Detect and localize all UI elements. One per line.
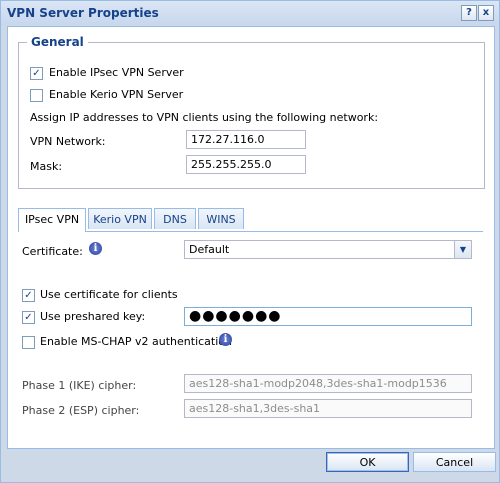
enable-ipsec-label[interactable]: Enable IPsec VPN Server bbox=[49, 66, 184, 79]
tab-kerio-vpn[interactable]: Kerio VPN bbox=[88, 208, 152, 229]
close-button[interactable]: x bbox=[478, 5, 494, 21]
vpn-network-input[interactable]: 172.27.116.0 bbox=[186, 130, 306, 149]
cancel-button[interactable]: Cancel bbox=[413, 452, 496, 472]
vpn-server-properties-dialog: VPN Server Properties ? x General ✓ Enab… bbox=[0, 0, 500, 483]
ms-chap-label[interactable]: Enable MS-CHAP v2 authentication bbox=[40, 335, 232, 348]
use-cert-clients-label[interactable]: Use certificate for clients bbox=[40, 288, 178, 301]
enable-kerio-checkbox[interactable] bbox=[30, 89, 43, 102]
help-button[interactable]: ? bbox=[461, 5, 477, 21]
general-fieldset: General ✓ Enable IPsec VPN Server Enable… bbox=[18, 35, 485, 189]
tab-strip: IPsec VPN Kerio VPN DNS WINS bbox=[18, 208, 483, 232]
certificate-select-value: Default bbox=[189, 243, 230, 256]
enable-kerio-label[interactable]: Enable Kerio VPN Server bbox=[49, 88, 183, 101]
certificate-info-icon[interactable]: i bbox=[89, 242, 102, 255]
ms-chap-info-icon[interactable]: i bbox=[219, 333, 232, 346]
title-bar[interactable]: VPN Server Properties ? x bbox=[1, 1, 499, 25]
dialog-body: General ✓ Enable IPsec VPN Server Enable… bbox=[7, 26, 495, 449]
dialog-title: VPN Server Properties bbox=[7, 6, 159, 20]
mask-label: Mask: bbox=[30, 160, 63, 173]
use-preshared-label[interactable]: Use preshared key: bbox=[40, 310, 145, 323]
vpn-network-label: VPN Network: bbox=[30, 135, 106, 148]
ok-button[interactable]: OK bbox=[326, 452, 409, 472]
certificate-select[interactable]: Default ▼ bbox=[184, 240, 472, 259]
use-preshared-checkbox[interactable]: ✓ bbox=[22, 311, 35, 324]
tab-dns[interactable]: DNS bbox=[154, 208, 196, 229]
general-legend: General bbox=[27, 35, 88, 49]
preshared-key-mask: ●●●●●●● bbox=[189, 308, 282, 324]
phase2-cipher-input[interactable]: aes128-sha1,3des-sha1 bbox=[184, 399, 472, 418]
phase1-cipher-input[interactable]: aes128-sha1-modp2048,3des-sha1-modp1536 bbox=[184, 374, 472, 393]
ms-chap-checkbox[interactable] bbox=[22, 336, 35, 349]
certificate-label: Certificate: bbox=[22, 245, 83, 258]
phase1-label: Phase 1 (IKE) cipher: bbox=[22, 379, 137, 392]
preshared-key-input[interactable]: ●●●●●●● bbox=[184, 307, 472, 326]
assign-ip-text: Assign IP addresses to VPN clients using… bbox=[30, 111, 379, 124]
use-cert-clients-checkbox[interactable]: ✓ bbox=[22, 289, 35, 302]
mask-input[interactable]: 255.255.255.0 bbox=[186, 155, 306, 174]
enable-ipsec-checkbox[interactable]: ✓ bbox=[30, 67, 43, 80]
tab-ipsec-vpn[interactable]: IPsec VPN bbox=[18, 208, 86, 232]
chevron-down-icon[interactable]: ▼ bbox=[454, 241, 471, 258]
tab-wins[interactable]: WINS bbox=[198, 208, 244, 229]
phase2-label: Phase 2 (ESP) cipher: bbox=[22, 404, 140, 417]
